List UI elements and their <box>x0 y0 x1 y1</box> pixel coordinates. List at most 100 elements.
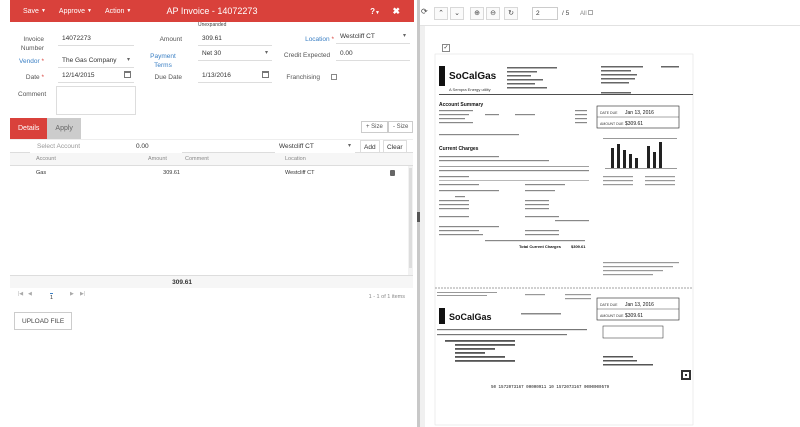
next-page-icon[interactable]: ▶ <box>70 291 74 297</box>
action-menu-label: Action <box>104 7 125 15</box>
chevron-down-icon: ⌄ <box>454 10 460 17</box>
action-menu[interactable]: Action ▼ <box>105 8 131 15</box>
zoom-out-button[interactable]: ⊖ <box>486 7 500 20</box>
approve-menu-label: Approve <box>58 7 85 15</box>
comment-textarea[interactable] <box>56 86 136 115</box>
reset-zoom-button[interactable]: ↻ <box>504 7 518 20</box>
grid-scrollbar-thumb[interactable] <box>409 168 412 268</box>
scan-line: 50 1572073167 00000911 10 1572073167 000… <box>491 386 610 390</box>
column-header-amount[interactable]: Amount <box>148 156 167 162</box>
add-line-button[interactable]: Add <box>360 140 380 153</box>
increase-size-button[interactable]: + Size <box>361 121 388 133</box>
last-page-icon[interactable]: ▶| <box>80 291 85 297</box>
brand-logo: SoCalGas <box>449 71 497 82</box>
stub-date-due-value: Jan 13, 2016 <box>625 302 654 308</box>
trash-icon[interactable] <box>390 170 395 176</box>
decrease-size-button[interactable]: - Size <box>388 121 414 133</box>
required-marker: * <box>41 74 44 81</box>
grid-total-row: 309.61 <box>10 275 413 288</box>
account-select[interactable]: Select Account <box>30 140 140 153</box>
column-header-location[interactable]: Location <box>285 156 306 162</box>
column-header-account[interactable]: Account <box>36 156 56 162</box>
pager-info: 1 - 1 of 1 items <box>368 294 405 300</box>
next-doc-page-button[interactable]: ⌄ <box>450 7 464 20</box>
document-page: ✓ SoCalGas A Sempra Energy utility Accou… <box>425 26 800 427</box>
chevron-up-icon: ⌃ <box>438 10 444 17</box>
document-viewer: ⟳ ⌃ ⌄ ⊕ ⊖ ↻ 2 / 5 All ✓ SoCalGas A Sempr… <box>420 0 800 427</box>
upload-file-button[interactable]: UPLOAD FILE <box>14 312 73 330</box>
invoice-scan: SoCalGas A Sempra Energy utility Account… <box>434 53 694 426</box>
payment-terms-dropdown[interactable]: Net 30 <box>198 47 272 61</box>
prev-doc-page-button[interactable]: ⌃ <box>434 7 448 20</box>
unexpanded-label: Unexpanded <box>198 22 227 28</box>
calendar-icon[interactable] <box>262 71 269 78</box>
vendor-dropdown[interactable]: The Gas Company <box>58 54 134 68</box>
help-icon[interactable]: ?▼ <box>370 7 380 16</box>
reset-icon: ↻ <box>508 10 514 17</box>
checkbox-box[interactable] <box>588 10 594 15</box>
invoice-number-input[interactable]: 14072273 <box>58 32 134 46</box>
location-dropdown[interactable]: Westcliff CT <box>336 30 410 44</box>
invoice-panel: Save ▼ Approve ▼ Action ▼ AP Invoice - 1407… <box>0 0 417 427</box>
chevron-down-icon: ▼ <box>40 8 46 14</box>
date-label: Date * <box>10 73 44 82</box>
total-charges-value: $309.61 <box>571 244 586 249</box>
row-account: Gas <box>36 170 47 176</box>
tab-details[interactable]: Details <box>10 118 48 139</box>
column-header-comment[interactable]: Comment <box>185 156 209 162</box>
rotate-icon[interactable]: ⟳ <box>421 7 428 16</box>
line-location-dropdown[interactable]: Westcliff CT <box>275 140 355 153</box>
chevron-down-icon: ▼ <box>375 9 380 16</box>
all-pages-checkbox[interactable]: All <box>580 10 594 17</box>
clear-line-button[interactable]: Clear <box>383 140 407 153</box>
credit-expected-input[interactable]: 0.00 <box>336 47 410 61</box>
grid-pager: |◀ ◀ 1 ▶ ▶| 1 - 1 of 1 items <box>10 288 413 302</box>
account-summary-heading: Account Summary <box>439 102 483 108</box>
viewer-toolbar: ⟳ ⌃ ⌄ ⊕ ⊖ ↻ 2 / 5 All <box>420 0 800 26</box>
stub-date-due-label: DATE DUE <box>600 303 618 307</box>
due-date-value: 1/13/2016 <box>202 72 231 79</box>
amount-label: Amount <box>159 36 182 43</box>
detail-tabs: Details Apply <box>10 118 81 139</box>
amount-input[interactable]: 309.61 <box>198 32 272 46</box>
calendar-icon[interactable] <box>124 71 131 78</box>
grid-total-amount: 309.61 <box>172 279 192 286</box>
stub-amount-due-label: AMOUNT DUE <box>600 314 624 318</box>
amount-due-label: AMOUNT DUE <box>600 122 624 126</box>
table-row[interactable]: Gas 309.61 Westcliff CT <box>10 167 408 177</box>
tab-apply[interactable]: Apply <box>47 118 81 139</box>
grid-scrollbar[interactable] <box>408 166 413 278</box>
franchising-label: Franchising <box>286 74 320 81</box>
line-amount-input[interactable]: 0.00 <box>132 140 182 153</box>
chevron-down-icon: ▼ <box>87 8 92 14</box>
date-label-text: Date <box>25 74 40 81</box>
current-page[interactable]: 1 <box>50 293 54 301</box>
approve-menu[interactable]: Approve ▼ <box>59 8 92 15</box>
date-input[interactable]: 12/14/2015 <box>58 69 134 83</box>
line-items-grid: Account Amount Comment Location Gas 309.… <box>10 153 413 288</box>
first-page-icon[interactable]: |◀ <box>18 291 23 297</box>
location-label[interactable]: Location * <box>280 35 334 44</box>
line-entry-bar: Select Account 0.00 Westcliff CT Add Cle… <box>10 139 413 153</box>
chevron-down-icon: ▼ <box>126 8 132 14</box>
save-menu-label: Save <box>23 7 39 15</box>
current-charges-heading: Current Charges <box>439 146 479 152</box>
close-icon[interactable]: ✖ <box>392 6 400 17</box>
stub-brand-logo: SoCalGas <box>449 312 492 322</box>
invoice-number-label-text: Invoice Number <box>20 36 44 52</box>
required-marker: * <box>331 36 334 43</box>
required-marker: * <box>41 58 44 65</box>
vendor-label[interactable]: Vendor * <box>10 57 44 66</box>
payment-terms-label[interactable]: Payment Terms <box>144 52 182 70</box>
comment-label: Comment <box>18 91 47 98</box>
app-root: Save ▼ Approve ▼ Action ▼ AP Invoice - 1407… <box>0 0 800 427</box>
zoom-in-button[interactable]: ⊕ <box>470 7 484 20</box>
zoom-in-icon: ⊕ <box>474 10 480 17</box>
invoice-number-label: Invoice Number <box>10 35 44 53</box>
prev-page-icon[interactable]: ◀ <box>28 291 32 297</box>
franchising-checkbox[interactable] <box>331 74 337 80</box>
page-number-input[interactable]: 2 <box>532 7 558 20</box>
save-menu[interactable]: Save ▼ <box>23 8 46 15</box>
due-date-input[interactable]: 1/13/2016 <box>198 69 272 83</box>
page-count: / 5 <box>562 10 570 17</box>
